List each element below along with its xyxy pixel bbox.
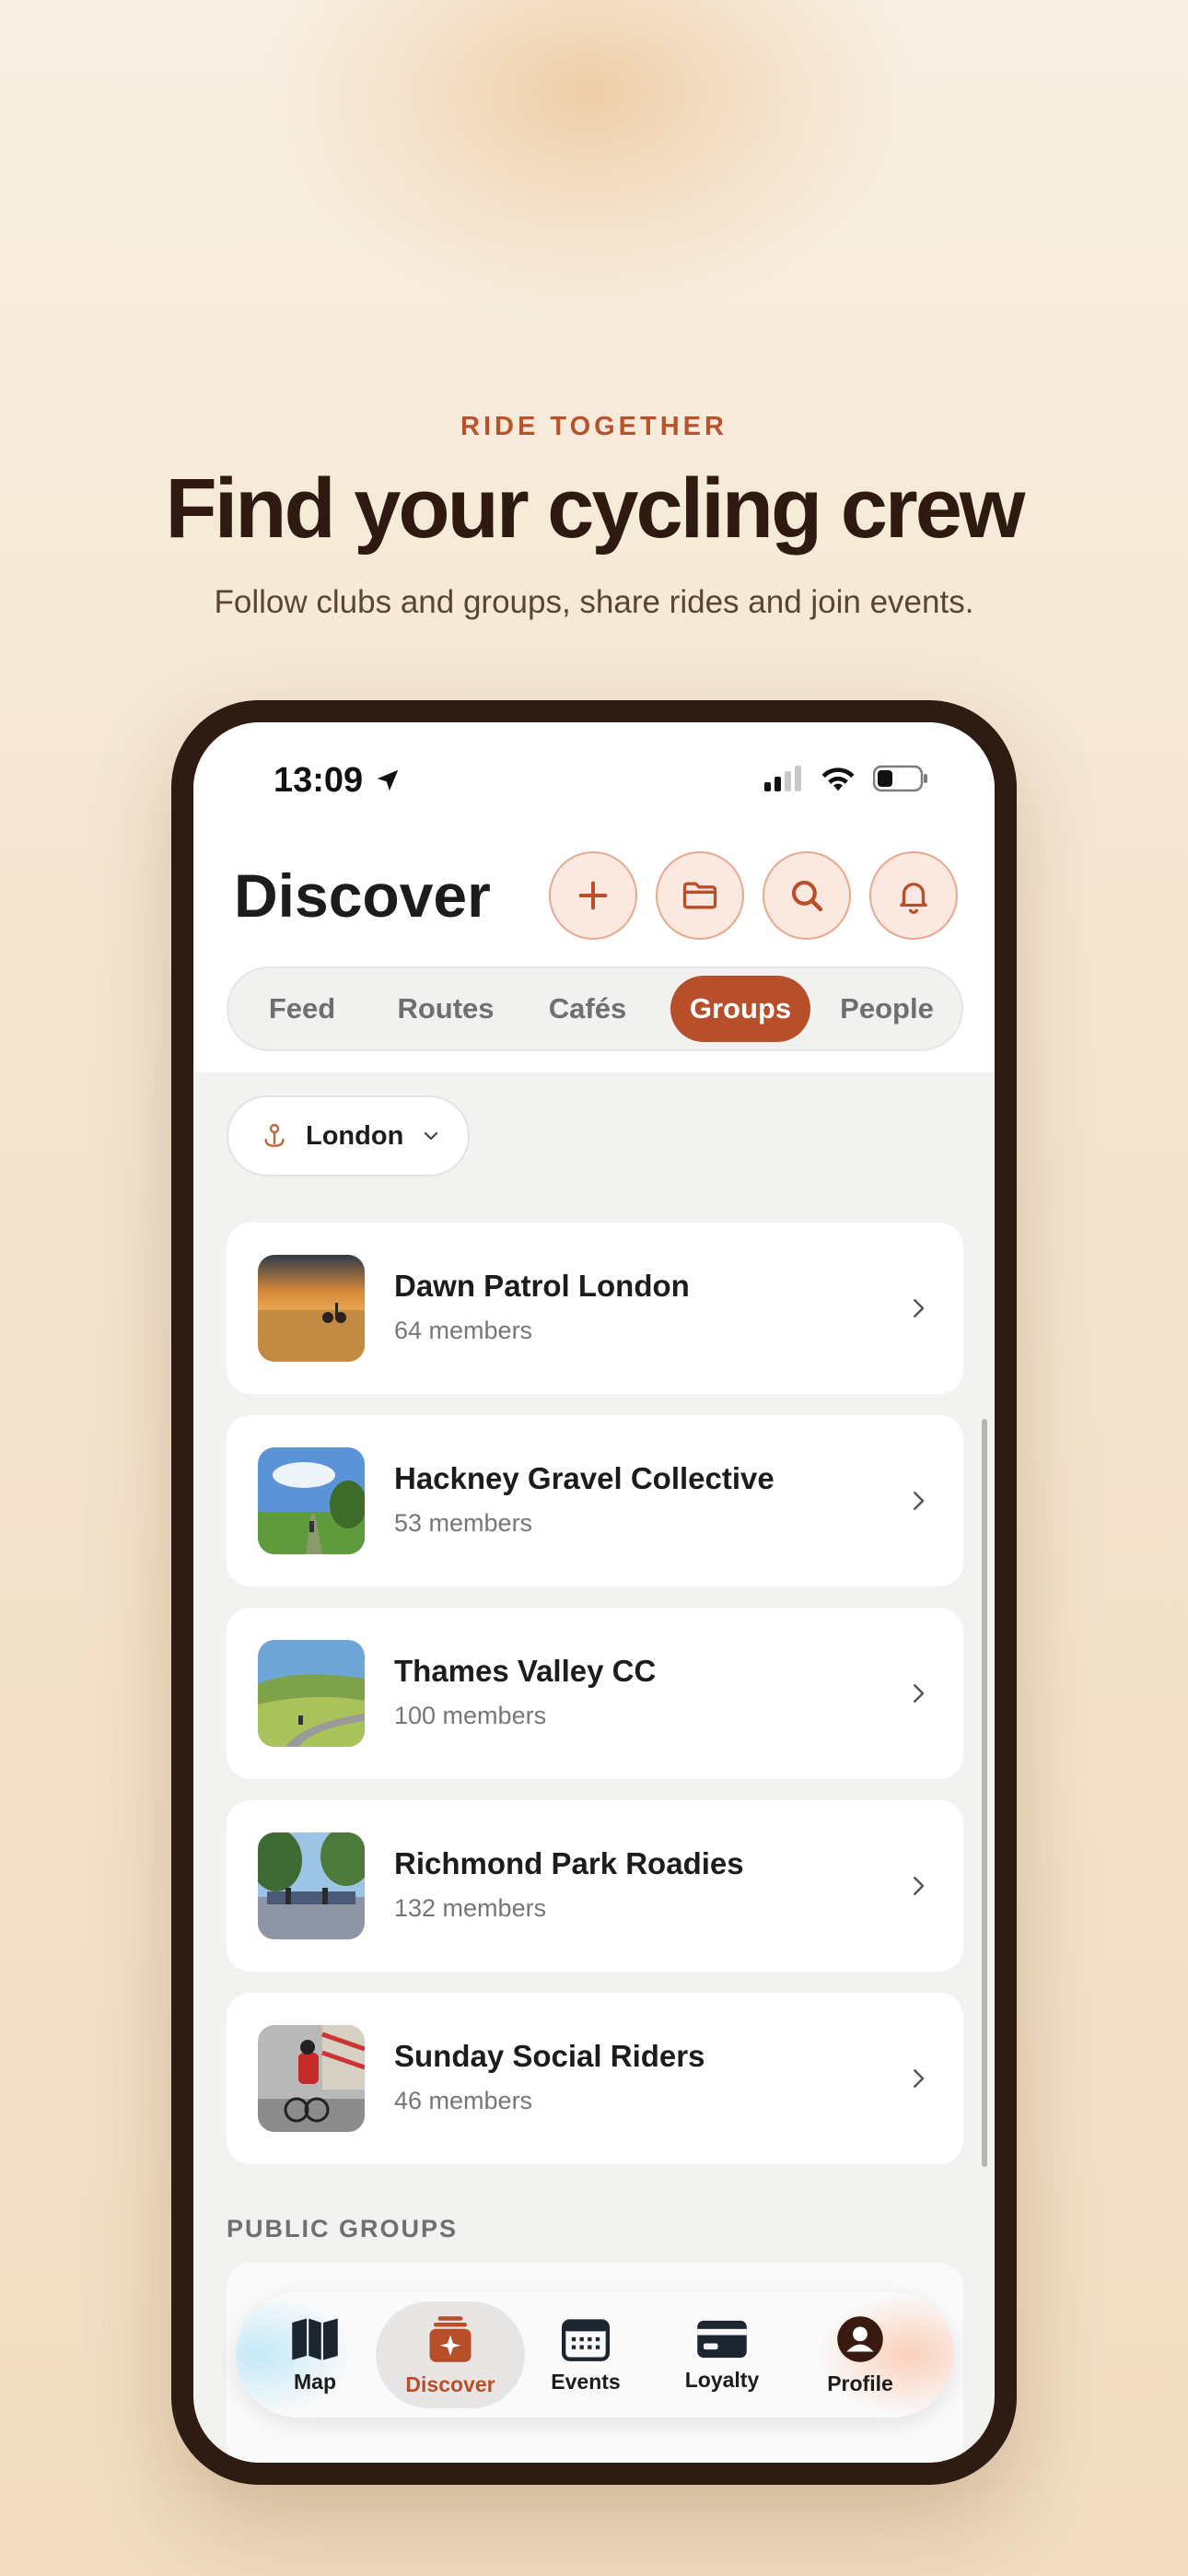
group-name: Thames Valley CC [394,1654,657,1688]
hero-subline: Follow clubs and groups, share rides and… [214,584,974,620]
folder-button[interactable] [656,851,744,940]
group-card-richmond-park[interactable]: Richmond Park Roadies 132 members [227,1800,963,1972]
add-icon [578,881,608,910]
group-card-dawn-patrol[interactable]: Dawn Patrol London 64 members [227,1223,963,1394]
tab-people[interactable]: People [818,976,956,1042]
tab-label: Events [551,2369,621,2394]
add-button[interactable] [549,851,637,940]
group-card-hackney-gravel[interactable]: Hackney Gravel Collective 53 members [227,1415,963,1587]
group-thumbnail [258,1640,365,1747]
wifi-icon [821,767,855,791]
notifications-button[interactable] [869,851,958,940]
tab-label: Discover [405,2371,495,2396]
chevron-right-icon [914,2069,925,2088]
hero-headline: Find your cycling crew [165,462,1026,556]
tab-feed[interactable]: Feed [236,976,368,1042]
discover-icon [429,2315,472,2362]
tab-map[interactable]: Map [250,2292,379,2418]
tab-discover[interactable]: Discover [386,2292,515,2418]
tab-loyalty[interactable]: Loyalty [658,2292,786,2418]
battery-icon [873,765,927,792]
tab-label: Loyalty [684,2367,760,2392]
hero-eyebrow: RIDE TOGETHER [460,412,728,441]
status-time: 13:09 [274,761,364,800]
group-members: 64 members [394,1317,533,1344]
group-name: Hackney Gravel Collective [394,1461,775,1495]
background-glow [267,0,912,313]
group-thumbnail [258,1832,365,1939]
tab-routes[interactable]: Routes [376,976,516,1042]
phone-screen: 13:09 Discover Feed Routes Cafés Groups … [193,722,995,2463]
bell-icon [900,883,927,915]
city-label: London [306,1120,404,1151]
group-members: 100 members [394,1702,547,1729]
section-header-public-groups: PUBLIC GROUPS [227,2215,459,2242]
scrollbar[interactable] [982,1419,987,2167]
group-name: Richmond Park Roadies [394,1846,744,1880]
phone-frame: 13:09 Discover Feed Routes Cafés Groups … [171,700,1017,2485]
search-button[interactable] [763,851,851,940]
tab-groups[interactable]: Groups [670,976,810,1042]
city-selector[interactable]: London [227,1095,470,1177]
map-icon [292,2318,338,2359]
group-name: Sunday Social Riders [394,2039,705,2073]
tab-events[interactable]: Events [521,2292,650,2418]
group-members: 53 members [394,1509,533,1537]
card-icon [697,2320,747,2358]
category-tabs: Feed Routes Cafés Groups People [227,966,963,1051]
location-arrow-icon [377,769,399,791]
group-members: 46 members [394,2087,533,2114]
page-title: Discover [234,861,491,930]
tab-label: Profile [827,2371,893,2395]
group-name: Dawn Patrol London [394,1269,690,1303]
cellular-signal-icon [764,766,801,791]
chevron-right-icon [914,1492,925,1510]
group-card-thames-valley[interactable]: Thames Valley CC 100 members [227,1608,963,1779]
tab-cafes[interactable]: Cafés [521,976,654,1042]
group-thumbnail [258,1447,365,1554]
group-thumbnail [258,2025,365,2132]
location-pin-icon [264,1123,285,1147]
search-icon [791,880,823,912]
chevron-right-icon [914,1684,925,1703]
top-bar: 13:09 Discover Feed Routes Cafés Groups … [193,722,995,1072]
folder-icon [682,882,717,909]
bottom-tab-bar: Map Discover Events Loyalty Profile [236,2292,954,2418]
tab-label: Map [294,2369,336,2394]
calendar-icon [562,2318,610,2361]
status-icons [764,765,928,792]
tab-profile[interactable]: Profile [796,2292,925,2418]
profile-icon [837,2315,883,2362]
chevron-down-icon [425,1131,438,1141]
group-members: 132 members [394,1894,547,1922]
group-card-sunday-social[interactable]: Sunday Social Riders 46 members [227,1993,963,2164]
chevron-right-icon [914,1877,925,1895]
group-thumbnail [258,1255,365,1362]
chevron-right-icon [914,1299,925,1317]
